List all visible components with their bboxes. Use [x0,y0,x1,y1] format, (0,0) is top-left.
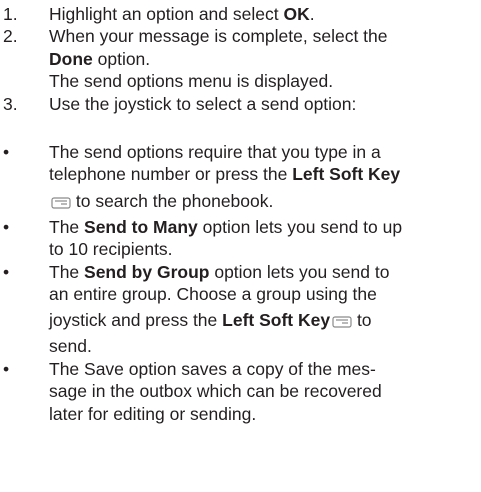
step-text-part: . [309,4,315,24]
bullet-bold-term: Left Soft Key [292,164,401,185]
step-text-part: option. [92,48,151,69]
step-text: Use the joystick to select a send option… [49,93,357,114]
step-1: 1. Highlight an option and select OK. [0,3,481,25]
bullet-text-line: The Save option saves a copy of the mes- [49,358,376,379]
step-bold-term: OK [283,4,310,24]
step-number: 1. [3,4,18,24]
bullet-bold-term: Send by Group [84,261,210,282]
bullet-marker: • [3,142,10,163]
bullet-text-line: The Send to Many option lets you send to… [49,216,477,238]
step-text: Highlight an option and select OK. [49,3,477,25]
bullet-bold-term: Send to Many [84,216,198,237]
bullet-text-line: send. [49,336,92,357]
bullet-list: • The send options require that you type… [0,141,481,425]
bullet-text-part: option lets you send to up [197,216,403,237]
bullet-text-line: to 10 recipients. [49,239,173,260]
step-number: 3. [3,93,18,114]
left-soft-key-icon [51,197,71,209]
bullet-text-part: The [49,261,85,282]
bullet-item: • The Send to Many option lets you send … [0,216,481,261]
bullet-text-line: The Send by Group option lets you send t… [49,261,477,283]
bullet-text-part: option lets you send to [209,261,390,282]
bullet-text-line: later for editing or sending. [49,403,257,424]
bullet-text-line: telephone number or press the Left Soft … [49,163,477,185]
bullet-bold-term: Left Soft Key [222,310,331,331]
bullet-text-line: The send options require that you type i… [49,142,381,163]
instructions-page: 1. Highlight an option and select OK. 2.… [0,3,481,425]
bullet-text-line: an entire group. Choose a group using th… [49,284,377,305]
step-result-text: The send options menu is displayed. [49,71,334,92]
bullet-text-part: telephone number or press the [49,164,293,185]
step-bold-term: Done [49,48,93,69]
bullet-text-line: to search the phonebook. [49,186,477,216]
bullet-marker: • [3,261,10,282]
step-number: 2. [3,26,18,47]
bullet-item: • The send options require that you type… [0,141,481,216]
step-text-line: When your message is complete, select th… [49,26,388,47]
left-soft-key-icon [332,316,352,329]
bullet-marker: • [3,358,10,379]
step-2: 2. When your message is complete, select… [0,25,481,92]
bullet-item: • The Send by Group option lets you send… [0,261,481,358]
bullet-text-part: joystick and press the [49,310,223,331]
step-text-line: Done option. [49,48,477,70]
bullet-text-part: to [352,310,372,331]
bullet-text-part: to search the phonebook. [71,190,274,211]
step-3: 3. Use the joystick to select a send opt… [0,93,481,115]
bullet-text-line: sage in the outbox which can be recovere… [49,381,382,402]
bullet-text-part: The [49,216,85,237]
bullet-text-line: joystick and press the Left Soft Key to [49,305,477,335]
bullet-marker: • [3,216,10,237]
step-text-part: Highlight an option and select [49,4,284,24]
bullet-item: • The Save option saves a copy of the me… [0,358,481,425]
